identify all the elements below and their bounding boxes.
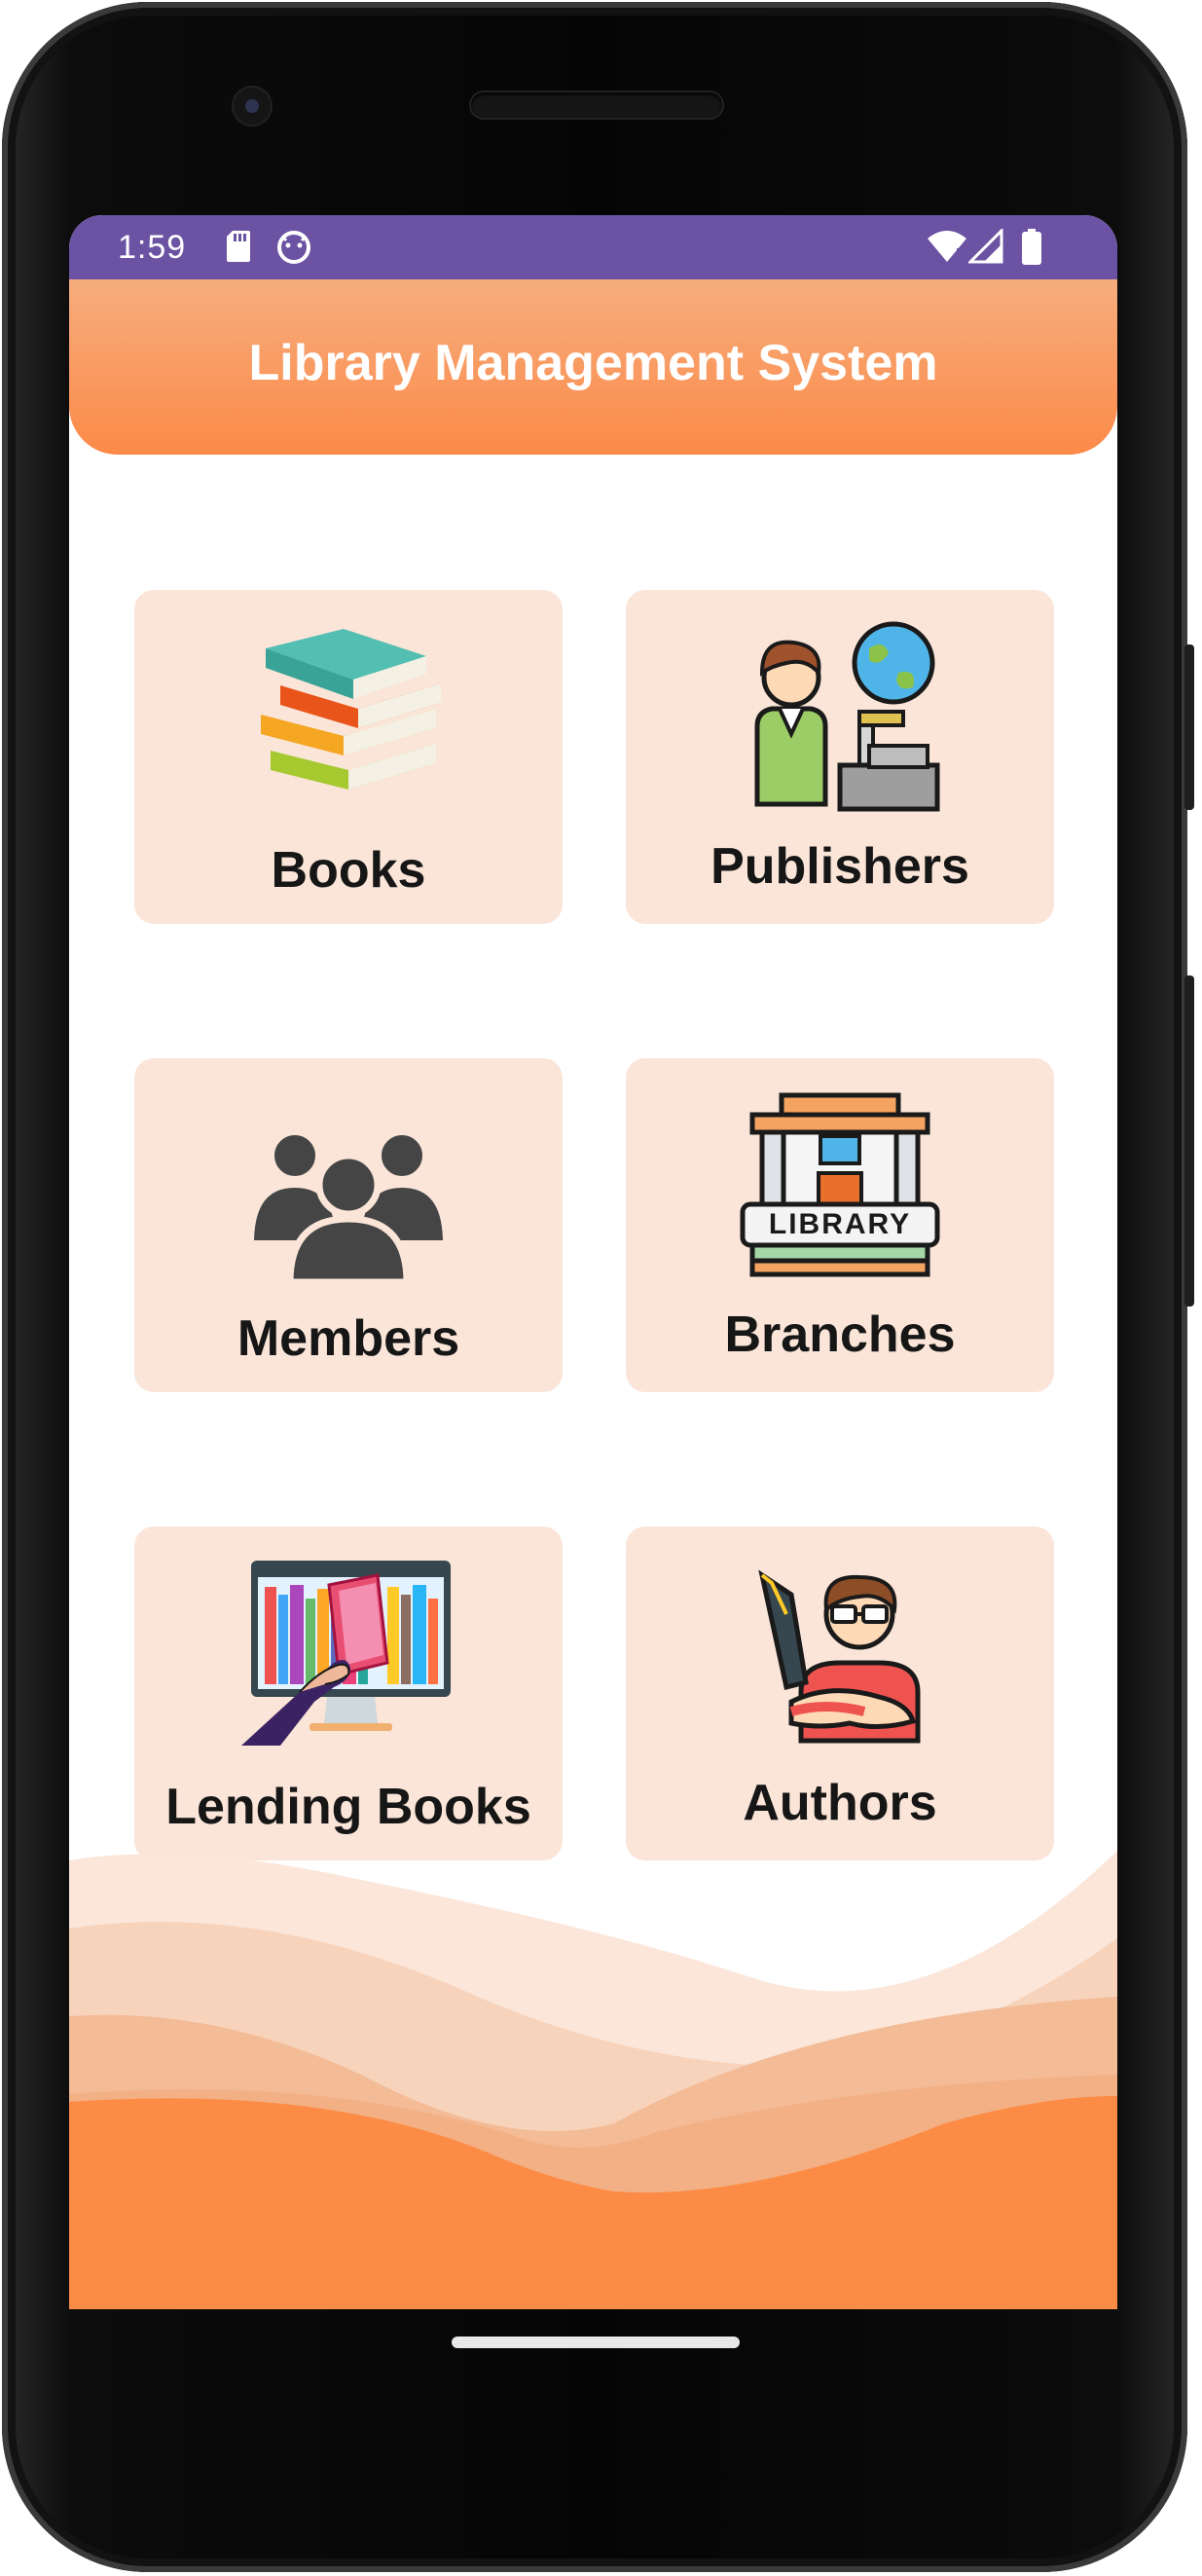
- books-card[interactable]: Books: [134, 590, 563, 924]
- publishers-card[interactable]: Publishers: [626, 590, 1054, 924]
- authors-card[interactable]: Authors: [626, 1527, 1054, 1860]
- cell-signal-icon: [966, 227, 1005, 269]
- front-camera: [234, 88, 271, 125]
- books-card-label: Books: [271, 842, 426, 899]
- branches-card[interactable]: LIBRARY Branches: [626, 1058, 1054, 1392]
- library-building-icon: LIBRARY: [740, 1092, 940, 1277]
- lending-books-card[interactable]: Lending Books: [134, 1527, 563, 1860]
- home-gesture-bar[interactable]: [452, 2337, 740, 2348]
- power-button: [1184, 644, 1194, 810]
- app-header: Library Management System: [69, 279, 1117, 455]
- volume-button: [1184, 975, 1194, 1306]
- branches-card-label: Branches: [724, 1306, 956, 1363]
- publishers-card-label: Publishers: [710, 838, 969, 895]
- phone-frame: 1:59 Library Management System Books Pub…: [2, 2, 1194, 2572]
- authors-card-label: Authors: [743, 1775, 937, 1831]
- svg-text:LIBRARY: LIBRARY: [769, 1208, 911, 1240]
- earpiece-speaker: [471, 92, 722, 118]
- android-debug-icon: [275, 229, 312, 269]
- battery-icon: [1021, 229, 1042, 271]
- status-time: 1:59: [118, 229, 187, 266]
- author-pen-icon: [758, 1569, 921, 1744]
- app-screen: 1:59 Library Management System Books Pub…: [69, 215, 1117, 2309]
- page-title: Library Management System: [248, 335, 938, 391]
- members-group-icon: [247, 1129, 450, 1282]
- lending-books-icon: [241, 1561, 451, 1746]
- sd-card-icon: [225, 229, 252, 269]
- members-card-label: Members: [237, 1310, 460, 1367]
- wifi-icon: [926, 229, 968, 269]
- wave-background: [69, 1851, 1117, 2309]
- status-bar: 1:59: [69, 215, 1117, 279]
- publisher-icon: [754, 621, 940, 812]
- books-stack-icon: [261, 629, 441, 790]
- lending-books-card-label: Lending Books: [165, 1779, 531, 1835]
- members-card[interactable]: Members: [134, 1058, 563, 1392]
